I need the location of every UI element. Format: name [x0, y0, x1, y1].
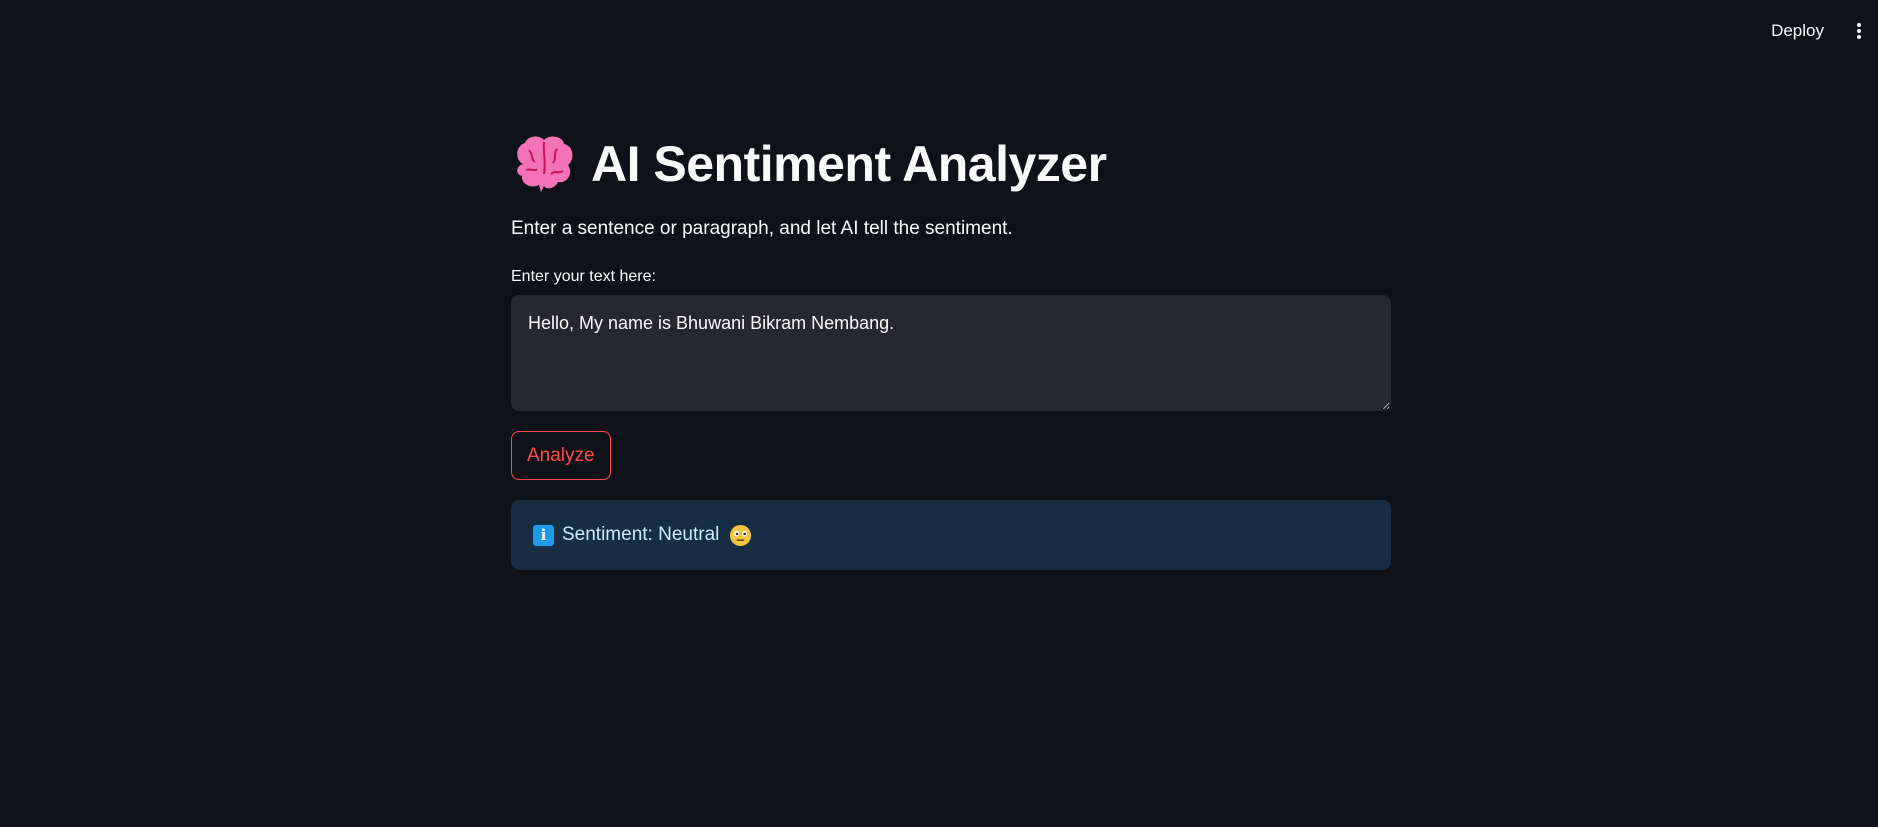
main-content: AI Sentiment Analyzer Enter a sentence o…	[511, 120, 1391, 570]
title-row: AI Sentiment Analyzer	[511, 120, 1391, 208]
top-toolbar: Deploy	[1765, 0, 1878, 62]
deploy-button[interactable]: Deploy	[1765, 17, 1830, 45]
vertical-ellipsis-icon[interactable]	[1852, 19, 1866, 43]
info-icon: i	[533, 524, 554, 546]
page-title: AI Sentiment Analyzer	[591, 136, 1107, 192]
page-subtitle: Enter a sentence or paragraph, and let A…	[511, 218, 1013, 239]
text-input[interactable]	[511, 295, 1391, 411]
analyze-button[interactable]: Analyze	[511, 431, 611, 480]
sentiment-result-text: Sentiment: Neutral	[562, 524, 720, 545]
sentiment-result-alert: i Sentiment: Neutral	[511, 500, 1391, 570]
neutral-face-icon	[730, 524, 752, 546]
brain-icon	[517, 136, 573, 192]
text-input-label: Enter your text here:	[511, 268, 656, 285]
